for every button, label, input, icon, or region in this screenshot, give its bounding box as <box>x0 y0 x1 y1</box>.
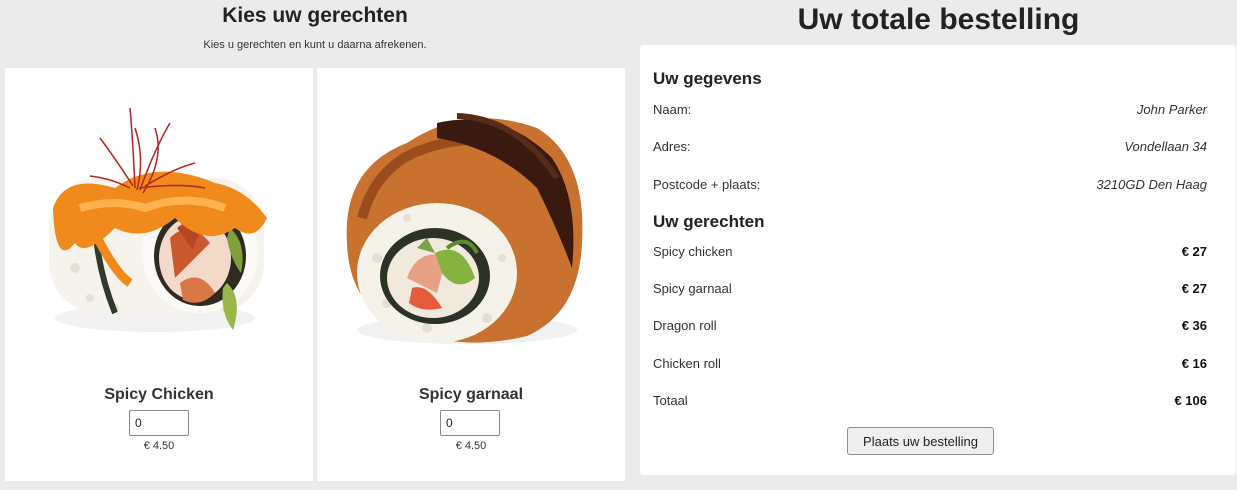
dish-name: Spicy Chicken <box>104 386 214 403</box>
menu-title: Kies uw gerechten <box>222 4 408 27</box>
dishes-heading: Uw gerechten <box>653 212 765 231</box>
order-panel: Uw gegevens Naam: John Parker Adres: Von… <box>640 45 1236 475</box>
dish-amount: € 27 <box>1181 244 1207 259</box>
menu-section: Kies uw gerechten Kies u gerechten en ku… <box>0 0 630 490</box>
dish-price: € 4.50 <box>455 440 487 452</box>
dish-amount: € 27 <box>1181 281 1207 296</box>
order-title: Uw totale bestelling <box>797 3 1080 36</box>
dish-card: Spicy Chicken € 4.50 <box>5 68 313 481</box>
dish-name: Spicy garnaal <box>418 386 524 403</box>
detail-value: John Parker <box>1136 102 1207 117</box>
dish-label: Spicy chicken <box>653 244 733 259</box>
detail-label: Adres: <box>653 139 691 154</box>
dish-label: Dragon roll <box>653 318 717 333</box>
dish-amount: € 36 <box>1181 318 1207 333</box>
dish-label: Chicken roll <box>653 356 721 371</box>
dish-amount: € 16 <box>1181 356 1207 371</box>
menu-subtitle: Kies u gerechten en kunt u daarna afreke… <box>203 39 427 51</box>
detail-label: Postcode + plaats: <box>653 177 761 192</box>
dish-card: Spicy garnaal € 4.50 <box>317 68 625 481</box>
quantity-input[interactable] <box>129 410 189 436</box>
detail-value: Vondellaan 34 <box>1124 139 1207 154</box>
total-amount: € 106 <box>1174 393 1207 408</box>
detail-value: 3210GD Den Haag <box>1096 177 1207 192</box>
place-order-button[interactable]: Plaats uw bestelling <box>847 427 994 455</box>
details-heading: Uw gegevens <box>653 69 762 88</box>
sushi-image <box>49 107 267 332</box>
total-label: Totaal <box>653 393 688 408</box>
dish-label: Spicy garnaal <box>653 281 732 296</box>
sushi-image <box>346 113 583 344</box>
dish-price: € 4.50 <box>143 440 175 452</box>
detail-label: Naam: <box>653 102 692 117</box>
quantity-input[interactable] <box>440 410 500 436</box>
